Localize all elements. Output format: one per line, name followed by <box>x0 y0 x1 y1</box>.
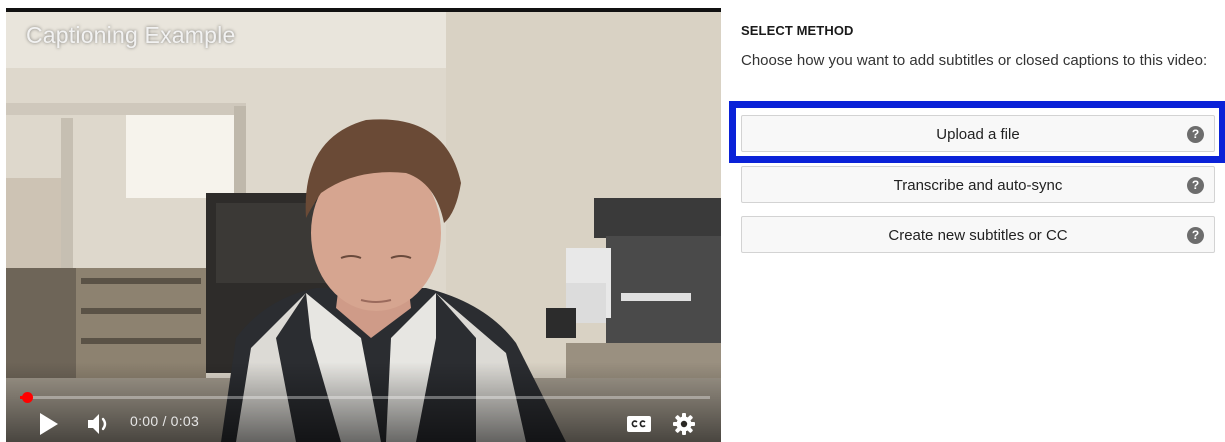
help-icon[interactable]: ? <box>1187 126 1204 143</box>
progress-handle[interactable] <box>21 392 33 403</box>
closed-captions-icon[interactable] <box>626 414 652 434</box>
create-new-subtitles-button[interactable]: Create new subtitles or CC ? <box>741 216 1215 253</box>
video-title: Captioning Example <box>26 22 236 48</box>
help-icon[interactable]: ? <box>1187 227 1204 244</box>
panel-description: Choose how you want to add subtitles or … <box>741 52 1208 69</box>
gear-icon[interactable] <box>672 412 696 436</box>
upload-file-label: Upload a file <box>936 126 1020 143</box>
progress-bar[interactable] <box>20 392 710 403</box>
time-total: 0:03 <box>170 413 200 429</box>
video-player[interactable]: Captioning Example 0:00/0:03 <box>6 8 721 442</box>
upload-file-button[interactable]: Upload a file ? <box>741 115 1215 152</box>
panel-heading: SELECT METHOD <box>741 23 854 38</box>
transcribe-auto-sync-button[interactable]: Transcribe and auto-sync ? <box>741 166 1215 203</box>
transcribe-auto-sync-label: Transcribe and auto-sync <box>893 177 1063 194</box>
help-icon[interactable]: ? <box>1187 177 1204 194</box>
create-new-subtitles-label: Create new subtitles or CC <box>888 227 1068 244</box>
time-separator: / <box>162 413 167 429</box>
time-display: 0:00/0:03 <box>130 413 199 429</box>
time-current: 0:00 <box>130 413 159 429</box>
volume-icon[interactable] <box>86 412 116 436</box>
play-icon[interactable] <box>38 411 60 437</box>
